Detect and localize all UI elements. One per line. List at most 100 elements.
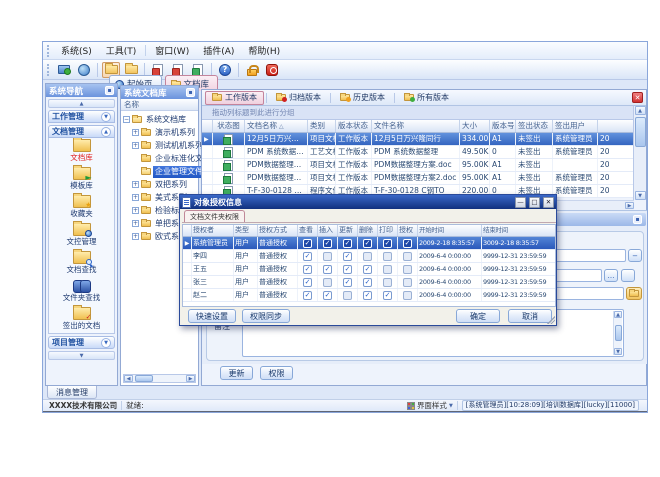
maximize-icon[interactable]: □: [529, 197, 540, 208]
col-status-icon[interactable]: 状态图: [213, 120, 245, 132]
grant-checkbox[interactable]: [403, 265, 412, 274]
textarea-scrollbar[interactable]: ▲ ▼: [613, 311, 622, 355]
insert-checkbox[interactable]: [323, 252, 332, 261]
menu-system[interactable]: 系统(S): [54, 42, 99, 59]
sidebar-collapse-strip[interactable]: ▲: [48, 99, 115, 108]
tab-all-versions[interactable]: 所有版本: [397, 91, 456, 105]
col-grant[interactable]: 授权: [398, 225, 418, 236]
view-checkbox[interactable]: [303, 291, 312, 300]
permission-row[interactable]: 王五 用户 普通授权 2009-6-4 0:00:00 9999-12-31 2…: [183, 263, 555, 276]
table-row[interactable]: ▶ 12月5日万兴隆同行 项目文档 工作版本 12月5日万兴隆同行 334.00…: [202, 133, 634, 146]
grant-checkbox[interactable]: [403, 239, 412, 248]
col-size[interactable]: 大小: [460, 120, 490, 132]
col-extra[interactable]: [598, 120, 634, 132]
sidebar-item-checked-out[interactable]: ✓ 签出的文档: [49, 306, 114, 334]
col-version-no[interactable]: 版本号: [490, 120, 516, 132]
permission-row[interactable]: 赵二 用户 普通授权 2009-6-4 0:00:00 9999-12-31 2…: [183, 289, 555, 302]
col-grantee[interactable]: 授权者: [192, 225, 234, 236]
sidebar-item-templates[interactable]: ► 模板库: [49, 166, 114, 194]
tab-folder-permissions[interactable]: 文档文件夹权限: [184, 210, 245, 222]
delete-checkbox[interactable]: [363, 278, 372, 287]
aux-field-button[interactable]: [621, 269, 635, 282]
group-by-bar[interactable]: 拖动列标题到此进行分组: [202, 106, 634, 120]
menubar-grip[interactable]: [47, 45, 50, 57]
scroll-up-icon[interactable]: ▲: [614, 311, 622, 318]
col-category[interactable]: 类别: [308, 120, 336, 132]
view-checkbox[interactable]: [303, 239, 312, 248]
exit-button[interactable]: [263, 62, 281, 78]
sidebar-pin-button[interactable]: ▪: [105, 86, 114, 95]
expand-expander-icon[interactable]: +: [132, 129, 139, 136]
chevron-down-icon[interactable]: ▼: [449, 403, 453, 409]
menu-help[interactable]: 帮助(H): [241, 42, 287, 59]
grant-checkbox[interactable]: [403, 291, 412, 300]
toolbar-grip[interactable]: [47, 64, 50, 76]
ok-button[interactable]: 确定: [456, 309, 500, 323]
update-checkbox[interactable]: [343, 265, 352, 274]
collapse-expander-icon[interactable]: −: [123, 116, 130, 123]
scroll-left-icon[interactable]: ◀: [124, 375, 133, 382]
message-management-tab[interactable]: 消息管理: [47, 386, 97, 399]
close-icon[interactable]: ✕: [632, 92, 643, 103]
scrollbar-thumb[interactable]: [615, 325, 622, 341]
table-row[interactable]: PDM数据整理方案2.doc 项目文档 工作版本 PDM数据整理方案2.doc …: [202, 172, 634, 185]
delete-checkbox[interactable]: [363, 252, 372, 261]
sync-button[interactable]: [55, 62, 73, 78]
expand-expander-icon[interactable]: +: [132, 181, 139, 188]
tree-column-header[interactable]: 名称: [121, 99, 198, 111]
browse-folder-button[interactable]: [626, 287, 642, 300]
cancel-button[interactable]: 取消: [508, 309, 552, 323]
col-version-state[interactable]: 版本状态: [336, 120, 372, 132]
permission-row[interactable]: ▶ 系统管理员 用户 普通授权 2009-2-18 8:35:57 3009-2…: [183, 237, 555, 250]
view-checkbox[interactable]: [303, 278, 312, 287]
col-print[interactable]: 打印: [378, 225, 398, 236]
col-update[interactable]: 更新: [338, 225, 358, 236]
update-button[interactable]: 更新: [220, 366, 253, 380]
sidebar-section-work[interactable]: 工作管理 ▼: [48, 110, 115, 123]
sidebar-expand-strip[interactable]: ▼: [48, 351, 115, 360]
permission-button[interactable]: 权限: [260, 366, 293, 380]
resize-grip[interactable]: [547, 316, 555, 324]
col-checkout-state[interactable]: 签出状态: [516, 120, 553, 132]
network-button[interactable]: [75, 62, 93, 78]
ellipsis-button[interactable]: …: [604, 269, 618, 282]
tab-working-version[interactable]: 工作版本: [205, 91, 264, 105]
update-checkbox[interactable]: [343, 239, 352, 248]
expand-expander-icon[interactable]: +: [132, 207, 139, 214]
scroll-down-icon[interactable]: ▼: [635, 191, 646, 200]
grant-checkbox[interactable]: [403, 252, 412, 261]
col-end-time[interactable]: 结束时间: [482, 225, 559, 236]
tree-node-root[interactable]: − 系统文档库: [123, 113, 188, 126]
chevron-down-icon[interactable]: ▼: [101, 338, 111, 348]
scroll-right-icon[interactable]: ▶: [625, 202, 634, 209]
tree-node[interactable]: + 测试机机系列: [132, 139, 205, 152]
scroll-down-icon[interactable]: ▼: [614, 348, 622, 355]
insert-checkbox[interactable]: [323, 278, 332, 287]
tab-archived-version[interactable]: 归档版本: [269, 91, 328, 105]
delete-checkbox[interactable]: [363, 239, 372, 248]
table-row[interactable]: PDM数据整理方案.doc 项目文档 工作版本 PDM数据整理方案.doc 95…: [202, 159, 634, 172]
ui-style-label[interactable]: 界面样式: [417, 400, 447, 411]
dialog-title-bar[interactable]: 对象授权信息 — □ ✕: [180, 195, 556, 209]
permission-sync-button[interactable]: 权限同步: [242, 309, 290, 323]
collapse-field-button[interactable]: −: [628, 249, 642, 262]
print-checkbox[interactable]: [383, 239, 392, 248]
tree-pin-button[interactable]: ▪: [186, 88, 195, 97]
tree-node-selected[interactable]: 企业管理文件: [132, 165, 205, 178]
grid-vertical-scrollbar[interactable]: ▲ ▼: [633, 106, 646, 200]
scrollbar-thumb[interactable]: [635, 117, 646, 147]
insert-checkbox[interactable]: [323, 239, 332, 248]
scroll-right-icon[interactable]: ▶: [186, 375, 195, 382]
print-checkbox[interactable]: [383, 278, 392, 287]
col-file-name[interactable]: 文件名称: [372, 120, 460, 132]
print-checkbox[interactable]: [383, 265, 392, 274]
print-checkbox[interactable]: [383, 291, 392, 300]
delete-checkbox[interactable]: [363, 291, 372, 300]
col-checkout-user[interactable]: 签出用户: [553, 120, 598, 132]
permission-row[interactable]: 张三 用户 普通授权 2009-6-4 0:00:00 9999-12-31 2…: [183, 276, 555, 289]
scrollbar-thumb[interactable]: [135, 375, 153, 382]
sidebar-section-document[interactable]: 文档管理 ▲: [48, 125, 115, 138]
sidebar-item-favorites[interactable]: ★ 收藏夹: [49, 194, 114, 222]
col-doc-name[interactable]: 文档名称△: [245, 120, 308, 132]
menu-plugins[interactable]: 插件(A): [196, 42, 241, 59]
